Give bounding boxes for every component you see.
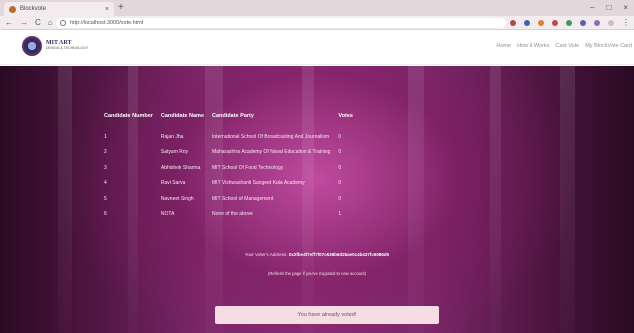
candidate-number: 4 (104, 180, 107, 187)
nav-how-it-works[interactable]: How it Works (517, 43, 549, 49)
candidate-number: 1 (104, 133, 107, 140)
table-row: 6 NOTA None of the above 1 (100, 207, 357, 223)
logo-subtitle: DESIGN & TECHNOLOGY (46, 46, 89, 50)
extension-icon[interactable] (580, 20, 586, 26)
table-row: 5 Navneet Singh MIT School of Management… (100, 191, 357, 207)
browser-toolbar: ← → C ⌂ http://localhost:3000/vote.html … (0, 16, 634, 30)
profile-avatar-icon[interactable] (608, 20, 614, 26)
candidate-name: Rajan Jha (160, 133, 184, 140)
browser-tab[interactable]: Blockvote × (4, 2, 114, 16)
candidate-votes: 0 (338, 195, 342, 202)
table-row: 4 Ravi Sarva MIT Vishwashanti Sangeet Ka… (100, 176, 357, 192)
column-header: Votes (338, 113, 353, 119)
candidate-votes: 1 (338, 211, 342, 218)
site-favicon-icon (9, 5, 16, 13)
table-header-row: Candidate Number Candidate Name Candidat… (100, 113, 357, 129)
address-bar[interactable]: http://localhost:3000/vote.html (56, 18, 506, 28)
metamask-fox-icon[interactable] (538, 20, 544, 26)
back-icon[interactable]: ← (5, 17, 13, 29)
candidate-party: Maharashtra Academy Of Naval Education &… (212, 149, 331, 156)
column-header: Candidate Party (212, 113, 254, 119)
window-controls: – □ × (590, 2, 628, 14)
nav-cast-vote[interactable]: Cast Vote (555, 43, 579, 49)
hero-section: Candidate Number Candidate Name Candidat… (0, 66, 634, 333)
extension-icons: ⋮ (510, 18, 630, 28)
candidates-table: Candidate Number Candidate Name Candidat… (100, 113, 357, 222)
candidate-name: NOTA (160, 211, 175, 218)
voter-address-line: Your Voter's Address: 0x2fbe4f7eff7f07c6… (0, 252, 634, 257)
extension-icon[interactable] (524, 20, 530, 26)
column-header: Candidate Number (104, 113, 153, 119)
column-header: Candidate Name (160, 113, 205, 119)
nav-home[interactable]: Home (496, 43, 511, 49)
site-navbar: MIT ART DESIGN & TECHNOLOGY Home How it … (0, 31, 634, 65)
university-seal-icon (22, 36, 42, 56)
voter-address-label: Your Voter's Address: (244, 252, 288, 257)
browser-nav-buttons: ← → C ⌂ (5, 17, 53, 29)
candidate-number: 2 (104, 149, 107, 156)
candidate-votes: 0 (338, 164, 342, 171)
candidate-number: 6 (104, 211, 107, 218)
light-beam (408, 66, 424, 333)
candidate-party: International School Of Broadcasting And… (212, 133, 330, 140)
new-tab-button[interactable]: + (118, 2, 124, 14)
candidate-name: Ravi Sarva (160, 180, 186, 187)
forward-icon[interactable]: → (20, 17, 28, 29)
candidate-name: Navneet Singh (160, 195, 194, 202)
table-row: 1 Rajan Jha International School Of Broa… (100, 129, 357, 145)
candidate-votes: 0 (338, 149, 342, 156)
voter-address-value: 0x2fbe4f7eff7f07c636b6d25ae0c4b437fc6086… (288, 252, 390, 257)
logo-text: MIT ART DESIGN & TECHNOLOGY (46, 40, 89, 51)
site-nav-links: Home How it Works Cast Vote My BlockVote… (496, 43, 632, 49)
candidate-votes: 0 (338, 133, 342, 140)
already-voted-banner: You have already voted! (215, 306, 439, 324)
candidate-name: Satyam Roy (160, 149, 189, 156)
candidate-party: MIT School of Management (212, 195, 274, 202)
extension-icon[interactable] (566, 20, 572, 26)
site-info-icon[interactable] (60, 20, 66, 26)
close-window-button[interactable]: × (623, 2, 628, 14)
candidate-party: MIT School Of Food Technology (212, 164, 284, 171)
light-beam (560, 66, 575, 333)
nav-my-blockvote-card[interactable]: My BlockVote Card (585, 43, 632, 49)
maximize-button[interactable]: □ (606, 2, 611, 14)
table-row: 2 Satyam Roy Maharashtra Academy Of Nava… (100, 145, 357, 161)
tab-title: Blockvote (20, 6, 47, 12)
site-logo[interactable]: MIT ART DESIGN & TECHNOLOGY (22, 36, 88, 56)
minimize-button[interactable]: – (590, 2, 594, 14)
extensions-puzzle-icon[interactable] (594, 20, 600, 26)
reload-icon[interactable]: C (35, 17, 41, 29)
already-voted-message: You have already voted! (297, 312, 357, 318)
extension-icon[interactable] (552, 20, 558, 26)
light-beam (490, 66, 501, 333)
tab-close-icon[interactable]: × (105, 6, 109, 13)
candidate-number: 3 (104, 164, 107, 171)
table-row: 3 Abhishek Sharma MIT School Of Food Tec… (100, 160, 357, 176)
candidate-party: None of the above (212, 211, 253, 218)
light-beam (58, 66, 72, 333)
candidate-name: Abhishek Sharma (160, 164, 201, 171)
candidate-number: 5 (104, 195, 107, 202)
browser-menu-icon[interactable]: ⋮ (622, 18, 630, 28)
extension-icon[interactable] (510, 20, 516, 26)
address-bar-url: http://localhost:3000/vote.html (70, 20, 144, 26)
refresh-note: (Refresh the page if you've migrated to … (267, 271, 367, 276)
candidate-votes: 0 (338, 180, 342, 187)
browser-tab-bar: Blockvote × + – □ × (0, 0, 634, 16)
candidate-party: MIT Vishwashanti Sangeet Kala Academy (212, 180, 305, 187)
home-icon[interactable]: ⌂ (48, 17, 53, 29)
